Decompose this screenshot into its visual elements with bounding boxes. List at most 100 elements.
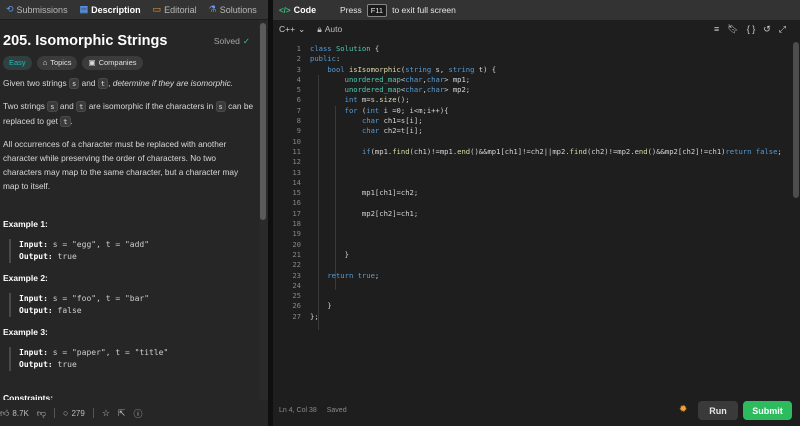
dislike-button[interactable]: 👎︎ [37, 408, 46, 419]
code-line[interactable]: ​ [310, 229, 782, 239]
problem-description: 205. Isomorphic Strings Solved ✓ Easy ⌂ … [0, 20, 258, 400]
code-line[interactable]: unordered_map<char,char> mp1; [310, 75, 782, 85]
like-button[interactable]: 👍︎ 8.7K [0, 408, 29, 419]
run-button[interactable]: Run [698, 401, 738, 420]
code-line[interactable]: mp2[ch2]=ch1; [310, 209, 782, 219]
code-line[interactable]: return true; [310, 271, 782, 281]
footer-divider [92, 408, 94, 418]
code-line[interactable]: bool isIsomorphic(string s, string t) { [310, 65, 782, 75]
line-number: 3 [296, 64, 301, 74]
code-line[interactable]: ​ [310, 291, 782, 301]
code-line[interactable]: public: [310, 54, 782, 64]
share-icon[interactable]: ⇱ [118, 408, 126, 419]
comment-icon: ○ [63, 408, 69, 418]
line-number: 27 [292, 311, 301, 321]
editor-status: Ln 4, Col 38 Saved [279, 407, 347, 414]
line-number: 9 [296, 126, 301, 136]
code-content[interactable]: class Solution {public: bool isIsomorphi… [310, 44, 782, 322]
code-line[interactable]: ​ [310, 137, 782, 147]
example-block: Input: s = "foo", t = "bar" Output: fals… [9, 293, 255, 317]
flask-icon: ⚗ [208, 4, 217, 14]
tab-code[interactable]: </> Code [273, 5, 316, 15]
code-icon: </> [279, 5, 291, 15]
format-icon[interactable]: ≡ [714, 24, 719, 34]
code-line[interactable]: ​ [310, 281, 782, 291]
line-number: 10 [292, 136, 301, 146]
code-line[interactable]: ​ [310, 178, 782, 188]
expand-icon[interactable]: ⤢ [779, 24, 786, 35]
help-icon[interactable]: ⓘ [133, 407, 142, 420]
lock-icon: ▣ [88, 58, 96, 67]
companies-button[interactable]: ▣ Companies [82, 56, 143, 70]
example-title: Example 3: [3, 327, 48, 337]
example-block: Input: s = "paper", t = "title" Output: … [9, 347, 255, 371]
line-number: 2 [296, 54, 301, 64]
reset-icon[interactable]: ↺ [763, 24, 771, 35]
description-paragraph-3: All occurrences of a character must be r… [3, 139, 239, 191]
auto-indicator[interactable]: 🔒︎ Auto [317, 24, 342, 35]
problem-footer: 👍︎ 8.7K 👎︎ ○ 279 ☆ ⇱ ⓘ [0, 400, 268, 426]
code-tabs: </> Code Press F11 to exit full screen [273, 0, 800, 20]
problem-title[interactable]: 205. Isomorphic Strings [3, 34, 167, 49]
example-block: Input: s = "egg", t = "add" Output: true [9, 239, 255, 263]
code-line[interactable]: int m=s.size(); [310, 95, 782, 105]
code-line[interactable]: ​ [310, 168, 782, 178]
debug-icon[interactable]: ✹ [679, 404, 687, 415]
braces-icon[interactable]: { } [747, 24, 756, 34]
code-line[interactable]: ​ [310, 219, 782, 229]
line-number: 16 [292, 198, 301, 208]
topics-button[interactable]: ⌂ Topics [36, 56, 78, 70]
code-line[interactable]: }; [310, 312, 782, 322]
problem-tags: Easy ⌂ Topics ▣ Companies [3, 56, 255, 70]
code-line[interactable]: } [310, 250, 782, 260]
scrollbar-thumb[interactable] [260, 23, 266, 220]
tag-icon: ⌂ [42, 58, 48, 67]
description-scrollbar[interactable] [259, 20, 268, 400]
tab-solutions[interactable]: ⚗ Solutions [203, 0, 263, 19]
line-number: 6 [296, 95, 301, 105]
star-icon[interactable]: ☆ [102, 408, 110, 419]
line-number: 24 [292, 280, 301, 290]
tab-description[interactable]: ▤ Description [74, 0, 147, 19]
line-number: 7 [296, 105, 301, 115]
line-number: 20 [292, 239, 301, 249]
history-icon: ⟲ [6, 4, 14, 14]
language-select[interactable]: C++ ⌄ [279, 24, 305, 35]
line-number: 1 [296, 44, 301, 53]
check-circle-icon: ✓ [242, 36, 250, 46]
code-line[interactable]: for (int i =0; i<m;i++){ [310, 106, 782, 116]
code-line[interactable]: char ch1=s[i]; [310, 116, 782, 126]
solved-badge: Solved ✓ [213, 36, 250, 46]
problem-panel: ⟲ Submissions ▤ Description ▭ Editorial … [0, 0, 268, 426]
line-number: 14 [292, 177, 301, 187]
line-number: 19 [292, 229, 301, 239]
book-icon: ▭ [152, 4, 162, 14]
document-icon: ▤ [79, 4, 89, 14]
code-line[interactable]: mp1[ch1]=ch2; [310, 188, 782, 198]
code-line[interactable]: if(mp1.find(ch1)!=mp1.end()&&mp1[ch1]!=c… [310, 147, 782, 157]
code-line[interactable]: ​ [310, 260, 782, 270]
tab-editorial[interactable]: ▭ Editorial [147, 0, 203, 19]
line-number: 23 [292, 270, 301, 280]
chevron-down-icon: ⌄ [298, 23, 306, 34]
example-title: Example 1: [3, 219, 48, 229]
code-line[interactable]: unordered_map<char,char> mp2; [310, 85, 782, 95]
code-line[interactable]: ​ [310, 157, 782, 167]
title-row: 205. Isomorphic Strings Solved ✓ [3, 34, 255, 49]
line-number: 4 [296, 74, 301, 84]
code-line[interactable]: ​ [310, 240, 782, 250]
line-number: 15 [292, 188, 301, 198]
code-line[interactable]: } [310, 301, 782, 311]
tab-submissions[interactable]: ⟲ Submissions [0, 0, 74, 19]
code-line[interactable]: ​ [310, 198, 782, 208]
submit-button[interactable]: Submit [743, 401, 792, 420]
editor-scrollbar[interactable] [792, 40, 800, 398]
bookmark-icon[interactable]: 🔖︎ [727, 24, 738, 35]
code-line[interactable]: class Solution { [310, 44, 782, 54]
line-number: 25 [292, 291, 301, 301]
code-line[interactable]: char ch2=t[i]; [310, 126, 782, 136]
scrollbar-thumb[interactable] [793, 42, 799, 198]
editor-footer: Ln 4, Col 38 Saved ✹ Run Submit [273, 398, 800, 426]
comments-button[interactable]: ○ 279 [63, 408, 85, 418]
code-editor[interactable]: 1 2 3 4 5 6 7 8 9 10 11 12 13 14 15 16 17 18 19 20 21 22 23 24 2… [273, 40, 792, 398]
